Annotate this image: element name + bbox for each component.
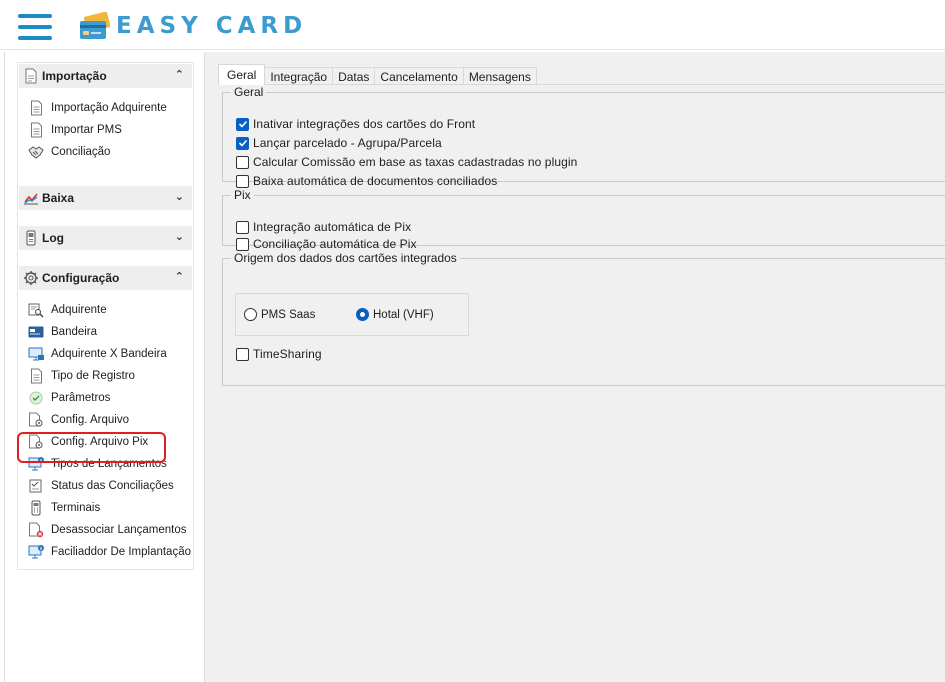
document-icon	[28, 368, 44, 384]
sidebar-item-parametros[interactable]: Parâmetros	[28, 388, 110, 408]
option-timesharing[interactable]: TimeSharing	[236, 346, 322, 362]
checkbox-icon[interactable]	[236, 155, 249, 169]
document-icon	[28, 122, 44, 138]
highlight-annotation	[17, 432, 166, 463]
tab-integracao[interactable]: Integração	[264, 67, 334, 85]
sidebar-item-faciliaddor-de-implantacao[interactable]: Faciliaddor De Implantação	[28, 542, 191, 562]
phone-icon	[23, 230, 39, 246]
sidebar-item-terminais[interactable]: Terminais	[28, 498, 100, 518]
option-inativar-integracoes[interactable]: Inativar integrações dos cartões do Fron…	[236, 116, 475, 132]
checkbox-checked-icon[interactable]	[236, 117, 249, 131]
status-icon	[28, 478, 44, 494]
tab-datas[interactable]: Datas	[332, 67, 376, 85]
sidebar-item-conciliacao[interactable]: Conciliação	[28, 142, 110, 162]
checkbox-icon[interactable]	[236, 174, 249, 188]
pix-group: Pix Integração automática de Pix Concili…	[222, 188, 945, 251]
option-calcular-comissao[interactable]: Calcular Comissão em base as taxas cadas…	[236, 154, 577, 170]
terminal-icon	[28, 500, 44, 516]
tab-bar: Geral Integração Datas Cancelamento Mens…	[218, 64, 537, 85]
check-circle-icon	[28, 390, 44, 406]
checkbox-checked-icon[interactable]	[236, 136, 249, 150]
app-header: EASY CARD	[0, 0, 945, 50]
card-icon	[28, 324, 44, 340]
monitor-icon	[28, 346, 44, 362]
chevron-up-icon[interactable]: ⌃	[175, 270, 184, 283]
tab-content-geral: Geral Inativar integrações dos cartões d…	[218, 84, 945, 682]
pix-group-title: Pix	[234, 188, 251, 202]
gear-icon	[23, 270, 39, 286]
radio-pms-saas[interactable]: PMS Saas	[244, 308, 315, 321]
tab-mensagens[interactable]: Mensagens	[462, 67, 537, 85]
document-icon	[28, 100, 44, 116]
sidebar-item-bandeira[interactable]: Bandeira	[28, 322, 97, 342]
sidebar-item-adquirente[interactable]: Adquirente	[28, 300, 107, 320]
origem-dados-group: Origem dos dados dos cartões integrados …	[222, 251, 945, 386]
sidebar-item-tipo-de-registro[interactable]: Tipo de Registro	[28, 366, 135, 386]
sidebar-group-configuracao[interactable]: Configuração ⌃	[19, 266, 192, 290]
sidebar-group-label: Importação	[42, 69, 107, 83]
sidebar-group-label: Configuração	[42, 271, 120, 285]
origem-radio-group: PMS Saas Hotal (VHF)	[235, 293, 469, 336]
sidebar-group-label: Baixa	[42, 191, 75, 205]
checkbox-icon[interactable]	[236, 237, 249, 251]
sidebar-group-log[interactable]: Log ⌄	[19, 226, 192, 250]
sidebar-panel: Importação ⌃ Importação Adquirente Impor…	[17, 62, 194, 570]
handshake-icon	[28, 144, 44, 160]
geral-group: Geral Inativar integrações dos cartões d…	[222, 85, 945, 188]
panel-splitter[interactable]	[204, 52, 218, 682]
checkbox-icon[interactable]	[236, 347, 249, 361]
credit-card-icon	[78, 11, 112, 42]
brand-name: EASY CARD	[116, 13, 308, 39]
sidebar-group-importacao[interactable]: Importação ⌃	[19, 64, 192, 88]
sidebar: Importação ⌃ Importação Adquirente Impor…	[4, 52, 202, 682]
chart-icon	[23, 190, 39, 206]
tab-geral[interactable]: Geral	[218, 64, 266, 85]
sidebar-item-desassociar-lancamentos[interactable]: Desassociar Lançamentos	[28, 520, 187, 540]
chevron-up-icon[interactable]: ⌃	[175, 68, 184, 81]
file-gear-icon	[28, 412, 44, 428]
radio-unchecked-icon[interactable]	[244, 308, 257, 321]
option-baixa-automatica[interactable]: Baixa automática de documentos conciliad…	[236, 173, 497, 189]
search-doc-icon	[28, 302, 44, 318]
doc-remove-icon	[28, 522, 44, 538]
parameters-panel: Geral Integração Datas Cancelamento Mens…	[218, 52, 945, 682]
hamburger-icon[interactable]	[18, 14, 52, 40]
monitor-info-icon	[28, 544, 44, 560]
sidebar-item-importacao-adquirente[interactable]: Importação Adquirente	[28, 98, 167, 118]
import-icon	[23, 68, 39, 84]
geral-group-title: Geral	[234, 85, 264, 99]
tab-cancelamento[interactable]: Cancelamento	[374, 67, 464, 85]
radio-hotal-vhf[interactable]: Hotal (VHF)	[356, 308, 434, 321]
sidebar-item-config-arquivo[interactable]: Config. Arquivo	[28, 410, 129, 430]
sidebar-item-importar-pms[interactable]: Importar PMS	[28, 120, 122, 140]
option-conciliacao-pix[interactable]: Conciliação automática de Pix	[236, 236, 417, 252]
sidebar-group-label: Log	[42, 231, 64, 245]
option-lancar-parcelado[interactable]: Lançar parcelado - Agrupa/Parcela	[236, 135, 442, 151]
radio-checked-icon[interactable]	[356, 308, 369, 321]
chevron-down-icon[interactable]: ⌄	[175, 230, 184, 243]
checkbox-icon[interactable]	[236, 220, 249, 234]
sidebar-group-baixa[interactable]: Baixa ⌄	[19, 186, 192, 210]
chevron-down-icon[interactable]: ⌄	[175, 190, 184, 203]
option-integracao-pix[interactable]: Integração automática de Pix	[236, 219, 411, 235]
sidebar-item-adquirente-x-bandeira[interactable]: Adquirente X Bandeira	[28, 344, 167, 364]
sidebar-item-status-das-conciliacoes[interactable]: Status das Conciliações	[28, 476, 174, 496]
origem-dados-group-title: Origem dos dados dos cartões integrados	[234, 251, 457, 265]
